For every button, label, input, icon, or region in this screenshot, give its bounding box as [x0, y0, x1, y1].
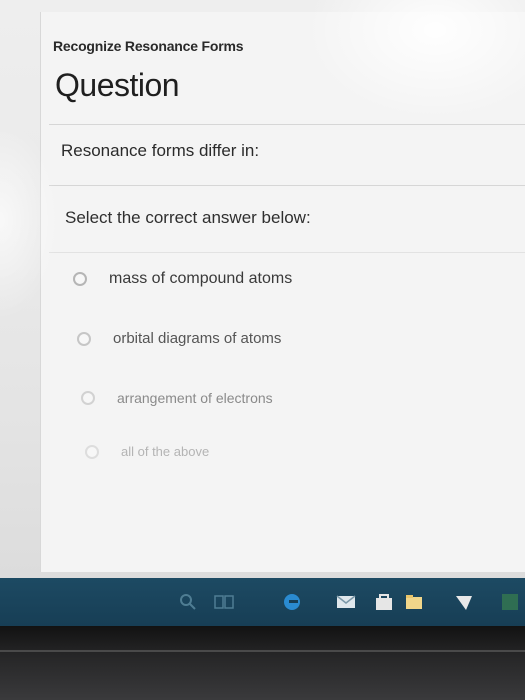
question-prompt: Resonance forms differ in:: [61, 141, 260, 160]
taskbar: [0, 578, 525, 626]
file-explorer-icon[interactable]: [402, 590, 426, 614]
monitor-bezel: [0, 626, 525, 700]
answer-option-1[interactable]: mass of compound atoms: [73, 270, 292, 288]
answer-option-4[interactable]: all of the above: [85, 444, 209, 459]
divider: [49, 252, 525, 253]
radio-button[interactable]: [73, 272, 87, 286]
option-label: all of the above: [121, 444, 210, 459]
store-icon[interactable]: [372, 590, 396, 614]
option-label: orbital diagrams of atoms: [113, 330, 282, 347]
screen: Recognize Resonance Forms Question Reson…: [0, 0, 525, 580]
radio-button[interactable]: [81, 391, 95, 405]
app-icon[interactable]: [452, 590, 476, 614]
bezel-edge: [0, 650, 525, 652]
task-view-icon[interactable]: [212, 590, 236, 614]
answer-instruction: Select the correct answer below:: [65, 208, 311, 227]
search-icon[interactable]: [176, 590, 200, 614]
option-label: mass of compound atoms: [109, 270, 293, 287]
answer-option-2[interactable]: orbital diagrams of atoms: [77, 330, 281, 347]
app-icon[interactable]: [498, 590, 522, 614]
edge-browser-icon[interactable]: [280, 590, 304, 614]
divider: [49, 124, 525, 125]
question-panel: Recognize Resonance Forms Question Reson…: [40, 12, 525, 572]
mail-icon[interactable]: [334, 590, 358, 614]
option-label: arrangement of electrons: [117, 390, 273, 406]
page-title: Question: [55, 67, 180, 103]
radio-button[interactable]: [85, 444, 99, 459]
breadcrumb: Recognize Resonance Forms: [53, 38, 244, 54]
radio-button[interactable]: [77, 331, 91, 346]
divider: [49, 185, 525, 186]
answer-option-3[interactable]: arrangement of electrons: [81, 390, 273, 406]
